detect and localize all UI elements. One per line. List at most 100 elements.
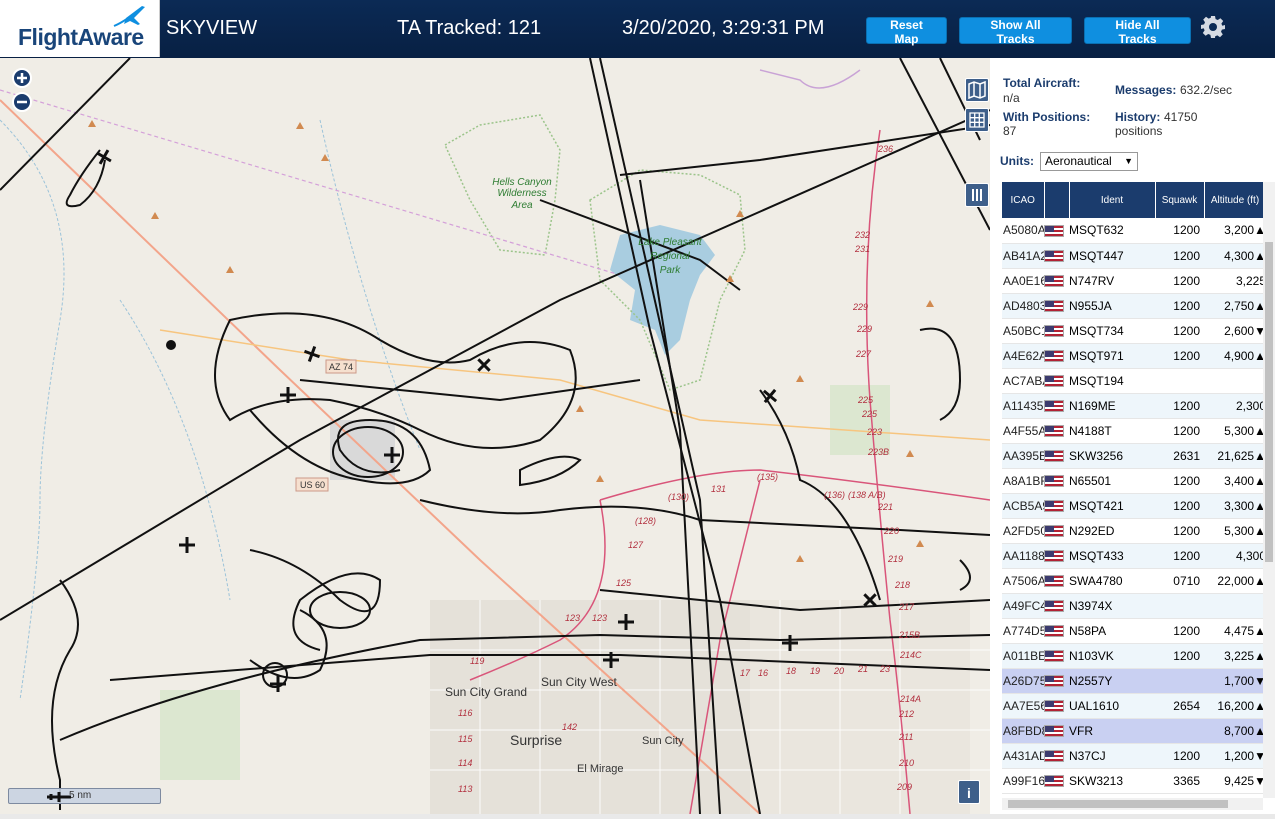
- zoom-out-button[interactable]: [12, 92, 32, 112]
- table-row[interactable]: A4F55A N4188T 1200 5,300▲: [1002, 418, 1266, 444]
- minus-icon: [17, 100, 27, 104]
- flag-cell: [1044, 418, 1069, 444]
- flag-cell: [1044, 468, 1069, 494]
- hide-all-tracks-button[interactable]: Hide All Tracks: [1084, 17, 1191, 46]
- map-view[interactable]: Hells Canyon Wilderness Area Lake Pleasa…: [0, 58, 990, 814]
- icao-cell: ACB5A9: [1002, 493, 1044, 519]
- table-row[interactable]: A26D75 N2557Y 1,700▼: [1002, 668, 1266, 694]
- us-flag-icon: [1044, 525, 1064, 538]
- table-row[interactable]: A2FD50 N292ED 1200 5,300▲: [1002, 518, 1266, 544]
- altitude-value: 3,225: [1235, 273, 1266, 288]
- col-flag-header[interactable]: [1044, 182, 1070, 218]
- table-row[interactable]: A011BE N103VK 1200 3,225▲: [1002, 643, 1266, 669]
- col-altitude-header[interactable]: Altitude (ft): [1204, 182, 1267, 218]
- table-row[interactable]: AD4803 N955JA 1200 2,750▲: [1002, 293, 1266, 319]
- altitude-cell: 21,625▲: [1204, 443, 1266, 469]
- icao-cell: A4F55A: [1002, 418, 1044, 444]
- table-row[interactable]: AA7E56 UAL1610 2654 16,200▲: [1002, 693, 1266, 719]
- table-row[interactable]: AA0E16 N747RV 1200 3,225: [1002, 268, 1266, 294]
- flag-cell: [1044, 618, 1069, 644]
- altitude-value: 3,300: [1224, 498, 1255, 513]
- table-horizontal-scrollbar[interactable]: [1002, 798, 1263, 810]
- table-row[interactable]: A11435 N169ME 1200 2,300: [1002, 393, 1266, 419]
- svg-text:217: 217: [898, 602, 915, 612]
- us-flag-icon: [1044, 475, 1064, 488]
- us-flag-icon: [1044, 250, 1064, 263]
- with-positions-label: With Positions:: [1003, 110, 1091, 124]
- svg-text:119: 119: [470, 656, 484, 666]
- us-flag-icon: [1044, 725, 1064, 738]
- flag-cell: [1044, 268, 1069, 294]
- urban-area: [430, 600, 750, 814]
- history-label: History:: [1115, 110, 1161, 124]
- units-selected-value: Aeronautical: [1045, 154, 1112, 168]
- squawk-cell: 1200: [1155, 268, 1204, 294]
- table-row[interactable]: A49FC4 N3974X: [1002, 593, 1266, 619]
- ident-cell: SWA4780: [1069, 568, 1155, 594]
- altitude-cell: 4,475▲: [1204, 618, 1266, 644]
- grid-overlay-button[interactable]: [965, 108, 989, 132]
- table-row[interactable]: AA395B SKW3256 2631 21,625▲: [1002, 443, 1266, 469]
- us-flag-icon: [1044, 675, 1064, 688]
- map-icon: [968, 80, 986, 100]
- map-layer-button[interactable]: [965, 78, 989, 102]
- info-button[interactable]: i: [958, 780, 980, 804]
- svg-text:(136): (136): [824, 490, 845, 500]
- ident-cell: VFR: [1069, 718, 1155, 744]
- squawk-cell: 1200: [1155, 743, 1204, 769]
- table-row[interactable]: A774D5 N58PA 1200 4,475▲: [1002, 618, 1266, 644]
- svg-text:236: 236: [877, 144, 893, 154]
- altitude-value: 4,300: [1224, 248, 1255, 263]
- table-row[interactable]: A8A1BF N65501 1200 3,400▲: [1002, 468, 1266, 494]
- table-row[interactable]: AB41A2 MSQT447 1200 4,300▲: [1002, 243, 1266, 269]
- gear-icon[interactable]: [1201, 15, 1225, 39]
- table-row[interactable]: A7506A SWA4780 0710 22,000▲: [1002, 568, 1266, 594]
- table-row[interactable]: AC7ABA MSQT194: [1002, 368, 1266, 394]
- reset-map-button[interactable]: Reset Map: [866, 17, 947, 46]
- flightaware-logo[interactable]: FlightAware: [0, 0, 160, 57]
- altitude-value: 5,300: [1224, 423, 1255, 438]
- ident-cell: N65501: [1069, 468, 1155, 494]
- messages-label: Messages:: [1115, 83, 1177, 97]
- svg-text:Sun City: Sun City: [642, 735, 684, 747]
- show-all-tracks-button[interactable]: Show All Tracks: [959, 17, 1072, 46]
- table-row[interactable]: A4E62A MSQT971 1200 4,900▲: [1002, 343, 1266, 369]
- table-row[interactable]: AA1188 MSQT433 1200 4,300: [1002, 543, 1266, 569]
- col-icao-header[interactable]: ICAO: [1002, 182, 1045, 218]
- svg-text:212: 212: [898, 709, 914, 719]
- table-row[interactable]: A99F16 SKW3213 3365 9,425▼: [1002, 768, 1266, 794]
- svg-text:220: 220: [883, 526, 899, 536]
- icao-cell: A49FC4: [1002, 593, 1044, 619]
- scroll-thumb[interactable]: [1008, 800, 1228, 808]
- table-row[interactable]: A5080A MSQT632 1200 3,200▲: [1002, 218, 1266, 244]
- icao-cell: A011BE: [1002, 643, 1044, 669]
- altitude-value: 3,225: [1224, 648, 1255, 663]
- scroll-thumb[interactable]: [1265, 242, 1273, 562]
- flag-cell: [1044, 518, 1069, 544]
- map-canvas[interactable]: Hells Canyon Wilderness Area Lake Pleasa…: [0, 58, 990, 814]
- col-squawk-header[interactable]: Squawk: [1155, 182, 1205, 218]
- icao-cell: A774D5: [1002, 618, 1044, 644]
- squawk-cell: 1200: [1155, 393, 1204, 419]
- table-vertical-scrollbar[interactable]: [1263, 182, 1275, 798]
- squawk-cell: [1155, 368, 1204, 394]
- table-row[interactable]: A50BC1 MSQT734 1200 2,600▼: [1002, 318, 1266, 344]
- flag-cell: [1044, 368, 1069, 394]
- units-select[interactable]: Aeronautical ▼: [1040, 152, 1138, 171]
- ident-cell: N169ME: [1069, 393, 1155, 419]
- svg-text:21: 21: [857, 664, 868, 674]
- table-row[interactable]: A431AD N37CJ 1200 1,200▼: [1002, 743, 1266, 769]
- col-ident-header[interactable]: Ident: [1069, 182, 1156, 218]
- altitude-cell: 5,300▲: [1204, 418, 1266, 444]
- aircraft-table-body: A5080A MSQT632 1200 3,200▲ AB41A2 MSQT447 1200…: [1002, 218, 1266, 794]
- us-flag-icon: [1044, 375, 1064, 388]
- altitude-cell: [1204, 368, 1266, 394]
- svg-text:Wilderness: Wilderness: [497, 188, 546, 199]
- toggle-sidebar-button[interactable]: [965, 183, 989, 207]
- svg-text:(128): (128): [635, 516, 656, 526]
- table-row[interactable]: A8FBD8 VFR 8,700▲: [1002, 718, 1266, 744]
- zoom-in-button[interactable]: [12, 68, 32, 88]
- table-row[interactable]: ACB5A9 MSQT42112003,300▲: [1002, 493, 1266, 519]
- us-flag-icon: [1044, 650, 1064, 663]
- us-flag-icon: [1044, 450, 1064, 463]
